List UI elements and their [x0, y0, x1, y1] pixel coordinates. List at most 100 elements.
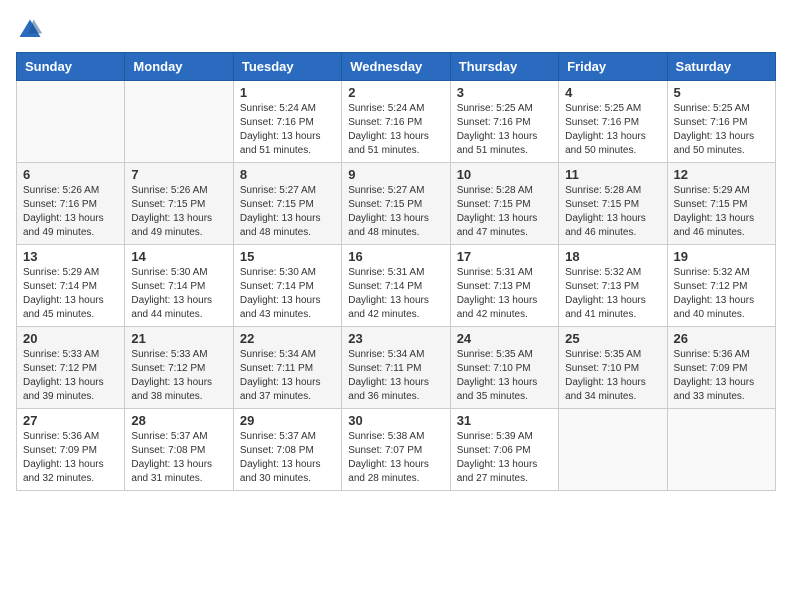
calendar-week-row: 27 Sunrise: 5:36 AM Sunset: 7:09 PM Dayli…	[17, 409, 776, 491]
day-info: Sunrise: 5:32 AM Sunset: 7:12 PM Dayligh…	[674, 266, 769, 322]
day-info: Sunrise: 5:25 AM Sunset: 7:16 PM Dayligh…	[674, 102, 769, 158]
calendar-cell: 30 Sunrise: 5:38 AM Sunset: 7:07 PM Dayli…	[342, 409, 450, 491]
day-info: Sunrise: 5:36 AM Sunset: 7:09 PM Dayligh…	[674, 348, 769, 404]
day-info: Sunrise: 5:26 AM Sunset: 7:16 PM Dayligh…	[23, 184, 118, 240]
calendar-cell: 28 Sunrise: 5:37 AM Sunset: 7:08 PM Dayli…	[125, 409, 233, 491]
day-info: Sunrise: 5:35 AM Sunset: 7:10 PM Dayligh…	[457, 348, 552, 404]
day-info: Sunrise: 5:27 AM Sunset: 7:15 PM Dayligh…	[240, 184, 335, 240]
day-number: 18	[565, 249, 660, 264]
weekday-header: Sunday	[17, 53, 125, 81]
day-info: Sunrise: 5:28 AM Sunset: 7:15 PM Dayligh…	[457, 184, 552, 240]
weekday-header: Wednesday	[342, 53, 450, 81]
calendar-cell: 17 Sunrise: 5:31 AM Sunset: 7:13 PM Dayli…	[450, 245, 558, 327]
day-info: Sunrise: 5:29 AM Sunset: 7:15 PM Dayligh…	[674, 184, 769, 240]
calendar-cell: 5Sunrise: 5:25 AM Sunset: 7:16 PM Daylig…	[667, 81, 775, 163]
calendar-cell: 9 Sunrise: 5:27 AM Sunset: 7:15 PM Daylig…	[342, 163, 450, 245]
day-number: 20	[23, 331, 118, 346]
day-number: 25	[565, 331, 660, 346]
calendar-cell: 31 Sunrise: 5:39 AM Sunset: 7:06 PM Dayli…	[450, 409, 558, 491]
day-info: Sunrise: 5:25 AM Sunset: 7:16 PM Dayligh…	[457, 102, 552, 158]
calendar-cell: 18 Sunrise: 5:32 AM Sunset: 7:13 PM Dayli…	[559, 245, 667, 327]
calendar-cell: 22 Sunrise: 5:34 AM Sunset: 7:11 PM Dayli…	[233, 327, 341, 409]
day-info: Sunrise: 5:38 AM Sunset: 7:07 PM Dayligh…	[348, 430, 443, 486]
day-number: 28	[131, 413, 226, 428]
day-info: Sunrise: 5:33 AM Sunset: 7:12 PM Dayligh…	[23, 348, 118, 404]
calendar-week-row: 6 Sunrise: 5:26 AM Sunset: 7:16 PM Daylig…	[17, 163, 776, 245]
weekday-header: Friday	[559, 53, 667, 81]
day-number: 15	[240, 249, 335, 264]
day-number: 13	[23, 249, 118, 264]
day-number: 11	[565, 167, 660, 182]
day-number: 4	[565, 85, 660, 100]
day-info: Sunrise: 5:31 AM Sunset: 7:13 PM Dayligh…	[457, 266, 552, 322]
day-info: Sunrise: 5:36 AM Sunset: 7:09 PM Dayligh…	[23, 430, 118, 486]
day-number: 22	[240, 331, 335, 346]
calendar-cell: 25 Sunrise: 5:35 AM Sunset: 7:10 PM Dayli…	[559, 327, 667, 409]
day-info: Sunrise: 5:34 AM Sunset: 7:11 PM Dayligh…	[348, 348, 443, 404]
day-number: 21	[131, 331, 226, 346]
day-info: Sunrise: 5:25 AM Sunset: 7:16 PM Dayligh…	[565, 102, 660, 158]
calendar-cell: 20 Sunrise: 5:33 AM Sunset: 7:12 PM Dayli…	[17, 327, 125, 409]
weekday-header: Thursday	[450, 53, 558, 81]
calendar-cell: 16Sunrise: 5:31 AM Sunset: 7:14 PM Dayli…	[342, 245, 450, 327]
day-info: Sunrise: 5:37 AM Sunset: 7:08 PM Dayligh…	[240, 430, 335, 486]
calendar-week-row: 13 Sunrise: 5:29 AM Sunset: 7:14 PM Dayli…	[17, 245, 776, 327]
calendar-week-row: 1Sunrise: 5:24 AM Sunset: 7:16 PM Daylig…	[17, 81, 776, 163]
calendar-cell: 3 Sunrise: 5:25 AM Sunset: 7:16 PM Daylig…	[450, 81, 558, 163]
weekday-header: Tuesday	[233, 53, 341, 81]
day-number: 7	[131, 167, 226, 182]
day-number: 10	[457, 167, 552, 182]
calendar-cell	[559, 409, 667, 491]
day-number: 24	[457, 331, 552, 346]
day-number: 31	[457, 413, 552, 428]
calendar-cell: 2Sunrise: 5:24 AM Sunset: 7:16 PM Daylig…	[342, 81, 450, 163]
day-number: 17	[457, 249, 552, 264]
day-info: Sunrise: 5:29 AM Sunset: 7:14 PM Dayligh…	[23, 266, 118, 322]
calendar-cell	[667, 409, 775, 491]
day-number: 27	[23, 413, 118, 428]
calendar-cell: 26Sunrise: 5:36 AM Sunset: 7:09 PM Dayli…	[667, 327, 775, 409]
day-info: Sunrise: 5:32 AM Sunset: 7:13 PM Dayligh…	[565, 266, 660, 322]
day-info: Sunrise: 5:35 AM Sunset: 7:10 PM Dayligh…	[565, 348, 660, 404]
calendar-cell: 13 Sunrise: 5:29 AM Sunset: 7:14 PM Dayli…	[17, 245, 125, 327]
calendar-week-row: 20 Sunrise: 5:33 AM Sunset: 7:12 PM Dayli…	[17, 327, 776, 409]
calendar-cell: 21 Sunrise: 5:33 AM Sunset: 7:12 PM Dayli…	[125, 327, 233, 409]
calendar-cell: 8 Sunrise: 5:27 AM Sunset: 7:15 PM Daylig…	[233, 163, 341, 245]
day-number: 19	[674, 249, 769, 264]
day-info: Sunrise: 5:37 AM Sunset: 7:08 PM Dayligh…	[131, 430, 226, 486]
calendar-cell: 23 Sunrise: 5:34 AM Sunset: 7:11 PM Dayli…	[342, 327, 450, 409]
day-info: Sunrise: 5:34 AM Sunset: 7:11 PM Dayligh…	[240, 348, 335, 404]
calendar-cell: 15Sunrise: 5:30 AM Sunset: 7:14 PM Dayli…	[233, 245, 341, 327]
day-number: 1	[240, 85, 335, 100]
calendar-cell: 11 Sunrise: 5:28 AM Sunset: 7:15 PM Dayli…	[559, 163, 667, 245]
day-number: 29	[240, 413, 335, 428]
day-info: Sunrise: 5:33 AM Sunset: 7:12 PM Dayligh…	[131, 348, 226, 404]
day-number: 30	[348, 413, 443, 428]
calendar-cell: 7 Sunrise: 5:26 AM Sunset: 7:15 PM Daylig…	[125, 163, 233, 245]
day-number: 8	[240, 167, 335, 182]
day-info: Sunrise: 5:39 AM Sunset: 7:06 PM Dayligh…	[457, 430, 552, 486]
day-number: 12	[674, 167, 769, 182]
day-number: 9	[348, 167, 443, 182]
day-number: 23	[348, 331, 443, 346]
day-number: 3	[457, 85, 552, 100]
calendar-cell: 4 Sunrise: 5:25 AM Sunset: 7:16 PM Daylig…	[559, 81, 667, 163]
weekday-header: Monday	[125, 53, 233, 81]
day-info: Sunrise: 5:30 AM Sunset: 7:14 PM Dayligh…	[131, 266, 226, 322]
day-info: Sunrise: 5:27 AM Sunset: 7:15 PM Dayligh…	[348, 184, 443, 240]
day-number: 6	[23, 167, 118, 182]
calendar-cell: 12 Sunrise: 5:29 AM Sunset: 7:15 PM Dayli…	[667, 163, 775, 245]
calendar-cell: 24 Sunrise: 5:35 AM Sunset: 7:10 PM Dayli…	[450, 327, 558, 409]
day-number: 14	[131, 249, 226, 264]
calendar-cell	[17, 81, 125, 163]
calendar-table: SundayMondayTuesdayWednesdayThursdayFrid…	[16, 52, 776, 491]
calendar-header-row: SundayMondayTuesdayWednesdayThursdayFrid…	[17, 53, 776, 81]
calendar-cell	[125, 81, 233, 163]
day-info: Sunrise: 5:28 AM Sunset: 7:15 PM Dayligh…	[565, 184, 660, 240]
day-number: 2	[348, 85, 443, 100]
day-info: Sunrise: 5:26 AM Sunset: 7:15 PM Dayligh…	[131, 184, 226, 240]
calendar-cell: 1Sunrise: 5:24 AM Sunset: 7:16 PM Daylig…	[233, 81, 341, 163]
calendar-cell: 19 Sunrise: 5:32 AM Sunset: 7:12 PM Dayli…	[667, 245, 775, 327]
logo	[16, 16, 48, 44]
calendar-cell: 10 Sunrise: 5:28 AM Sunset: 7:15 PM Dayli…	[450, 163, 558, 245]
